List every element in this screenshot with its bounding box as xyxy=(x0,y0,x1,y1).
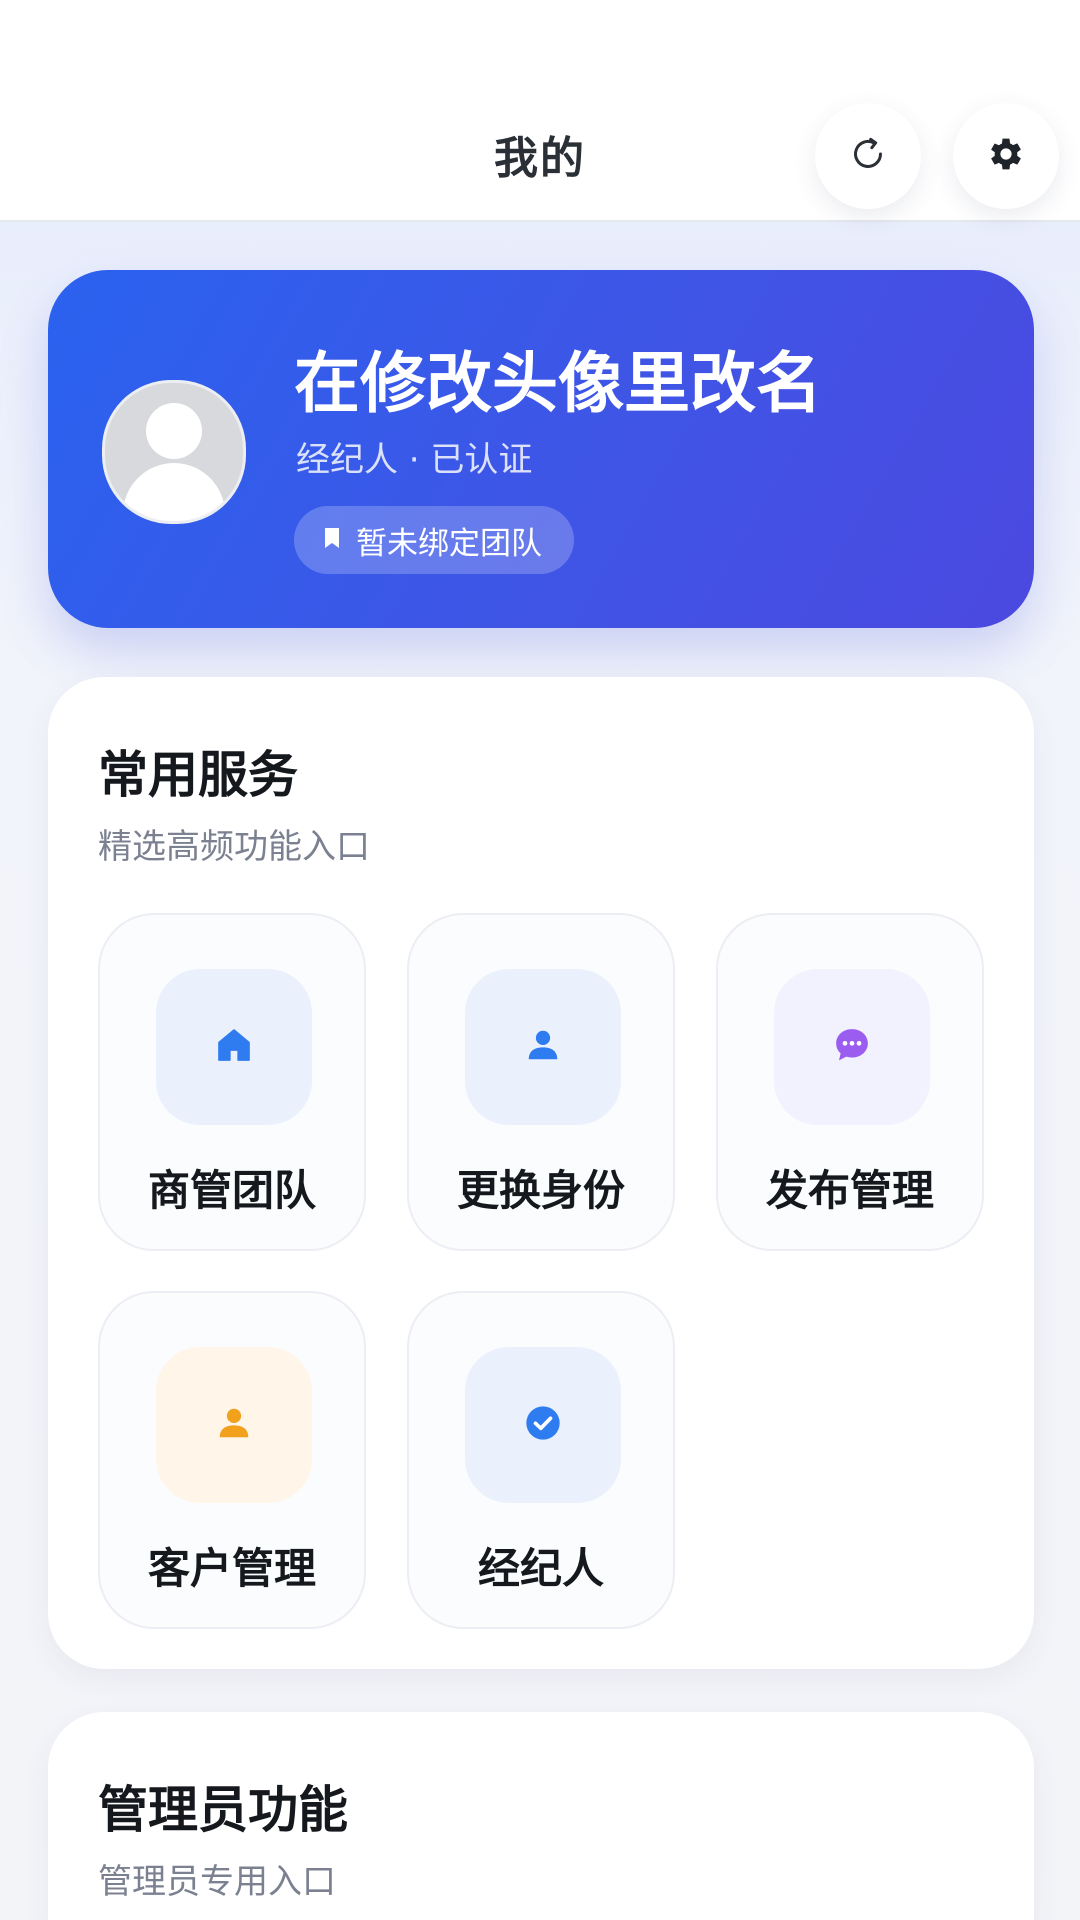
refresh-button[interactable] xyxy=(815,103,921,209)
service-tile-team[interactable]: 商管团队 xyxy=(98,913,366,1251)
top-bar: 我的 xyxy=(0,0,1080,222)
user-icon xyxy=(524,1026,562,1068)
team-binding-chip[interactable]: 暂未绑定团队 xyxy=(294,506,574,574)
chat-icon xyxy=(832,1025,872,1069)
bookmark-icon xyxy=(322,526,342,554)
service-tile-switch-identity[interactable]: 更换身份 xyxy=(407,913,675,1251)
common-services-section: 常用服务 精选高频功能入口 商管团队 更换身份 发布管理 客户管理 经纪人 xyxy=(48,677,1034,1669)
tile-icon-bg xyxy=(156,1347,312,1503)
tile-label: 发布管理 xyxy=(765,1166,934,1215)
profile-name: 在修改头像里改名 xyxy=(294,345,822,422)
tile-label: 客户管理 xyxy=(147,1544,316,1593)
profile-card[interactable]: 在修改头像里改名 经纪人 · 已认证 暂未绑定团队 xyxy=(48,270,1034,628)
gear-icon xyxy=(985,133,1027,179)
check-circle-icon xyxy=(523,1403,563,1447)
admin-functions-section: 管理员功能 管理员专用入口 xyxy=(48,1712,1034,1920)
service-tile-agent[interactable]: 经纪人 xyxy=(407,1291,675,1629)
tile-icon-bg xyxy=(774,969,930,1125)
profile-page: 我的 在修改头像里改名 经纪人 · 已认证 暂未绑定团队 常用服务 精选高频功能… xyxy=(0,0,1080,1920)
profile-role: 经纪人 · 已认证 xyxy=(296,440,533,480)
tile-icon-bg xyxy=(156,969,312,1125)
avatar-body-shape xyxy=(123,463,225,521)
service-tile-customers[interactable]: 客户管理 xyxy=(98,1291,366,1629)
tile-label: 商管团队 xyxy=(147,1166,316,1215)
team-chip-label: 暂未绑定团队 xyxy=(356,525,542,562)
avatar[interactable] xyxy=(102,380,246,524)
refresh-icon xyxy=(848,134,888,178)
section-subtitle: 管理员专用入口 xyxy=(98,1862,336,1902)
section-subtitle: 精选高频功能入口 xyxy=(98,827,370,867)
tile-label: 经纪人 xyxy=(477,1544,604,1593)
section-title: 管理员功能 xyxy=(98,1781,348,1839)
user-icon xyxy=(215,1404,253,1446)
tile-label: 更换身份 xyxy=(456,1166,625,1215)
avatar-head-shape xyxy=(146,403,202,459)
tile-icon-bg xyxy=(465,969,621,1125)
settings-button[interactable] xyxy=(953,103,1059,209)
service-tile-publish[interactable]: 发布管理 xyxy=(716,913,984,1251)
tile-icon-bg xyxy=(465,1347,621,1503)
section-title: 常用服务 xyxy=(98,746,298,804)
home-icon xyxy=(214,1025,254,1069)
